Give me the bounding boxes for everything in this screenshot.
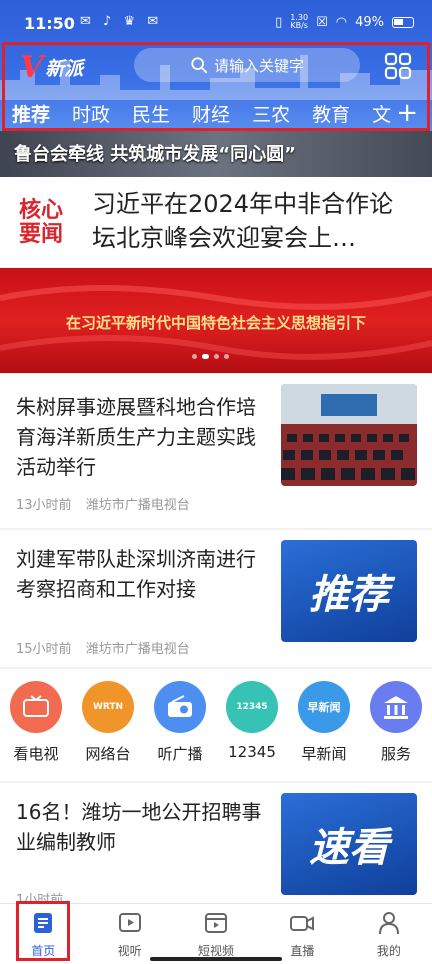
morning-news-icon: 早新闻 (298, 681, 350, 733)
network-speed: 1.30 KB/s (290, 14, 308, 30)
live-camera-icon (290, 916, 315, 931)
shortcut-morning-news[interactable]: 早新闻 早新闻 (291, 681, 357, 781)
hotline-icon: 12345 (226, 681, 278, 733)
status-time: 11:50 (24, 14, 75, 33)
core-news-badge: 核心 要闻 (12, 199, 70, 247)
radio-glyph (168, 695, 192, 717)
highlight-box-home (16, 901, 70, 961)
nav-audio-video[interactable]: 视听 (86, 904, 172, 964)
gesture-home-bar[interactable] (150, 957, 282, 961)
play-icon (118, 913, 141, 932)
icon-text: 12345 (236, 702, 268, 712)
news-time: 13小时前 (16, 498, 72, 513)
nav-short-video[interactable]: 短视频 (173, 904, 259, 964)
news-thumbnail: 速看 (281, 793, 417, 895)
notification-icons: ✉ ♪ ♛ ✉ (80, 14, 163, 29)
news-item[interactable]: 朱树屏事迹展暨科地合作培育海洋新质生产力主题实践活动举行 13小时前 潍坊市广播… (0, 374, 432, 528)
shortcut-label: 12345 (228, 743, 276, 761)
news-title: 16名！潍坊一地公开招聘事业编制教师 (16, 800, 262, 854)
shortcut-row: 看电视 WRTN 网络台 听广播 12345 12345 早新闻 早新闻 服务 (0, 669, 432, 781)
red-banner[interactable]: 在习近平新时代中国特色社会主义思想指引下 (0, 268, 432, 373)
user-icon (378, 912, 399, 935)
nav-label: 我的 (376, 944, 401, 958)
bank-glyph (384, 696, 408, 719)
thumbnail-label: 推荐 (309, 572, 389, 618)
thumbnail-label: 速看 (309, 825, 389, 871)
core-news-title: 习近平在2024年中非合作论坛北京峰会欢迎宴会上… (92, 190, 394, 252)
status-right: ▯ 1.30 KB/s ☒ ◠ 49% (275, 14, 414, 30)
speed-unit: KB/s (290, 21, 308, 30)
shortcut-label: 看电视 (13, 745, 59, 763)
icon-text: 早新闻 (307, 701, 341, 714)
news-title: 朱树屏事迹展暨科地合作培育海洋新质生产力主题实践活动举行 (16, 395, 256, 479)
core-news-card[interactable]: 核心 要闻 习近平在2024年中非合作论坛北京峰会欢迎宴会上… (0, 177, 432, 267)
news-title: 刘建军带队赴深圳济南进行考察招商和工作对接 (16, 547, 256, 601)
wifi-icon: ◠ (335, 14, 348, 30)
shortcut-services[interactable]: 服务 (363, 681, 429, 781)
red-banner-text: 在习近平新时代中国特色社会主义思想指引下 (65, 314, 366, 332)
carousel-headline[interactable]: 鲁台会牵线 共筑城市发展“同心圆” (14, 140, 296, 166)
carousel-dot (214, 354, 219, 359)
shortcut-watch-tv[interactable]: 看电视 (3, 681, 69, 781)
short-video-icon (205, 913, 228, 933)
status-bar: 11:50 ✉ ♪ ♛ ✉ ▯ 1.30 KB/s ☒ ◠ 49% (0, 0, 432, 40)
carousel-dot-active (202, 354, 209, 359)
badge-line-2: 要闻 (18, 222, 63, 247)
carousel-dot (224, 354, 229, 359)
news-thumbnail (281, 384, 417, 486)
shortcut-label: 服务 (380, 745, 411, 763)
battery-icon (392, 16, 414, 28)
vibrate-icon: ▯ (275, 14, 283, 30)
bank-icon (370, 681, 422, 733)
shortcut-listen-radio[interactable]: 听广播 (147, 681, 213, 781)
nav-live[interactable]: 直播 (259, 904, 345, 964)
highlight-box-header (2, 42, 430, 131)
shortcut-label: 早新闻 (301, 745, 347, 763)
shortcut-network-station[interactable]: WRTN 网络台 (75, 681, 141, 781)
sim-icon: ☒ (316, 14, 328, 30)
shortcut-label: 听广播 (157, 745, 203, 763)
shortcut-label: 网络台 (85, 745, 131, 763)
carousel-dot (192, 354, 197, 359)
battery-percent: 49% (355, 14, 384, 30)
news-thumbnail: 推荐 (281, 540, 417, 642)
radio-icon (154, 681, 206, 733)
news-meta: 15小时前 潍坊市广播电视台 (16, 638, 200, 657)
news-meta: 13小时前 潍坊市广播电视台 (16, 494, 200, 513)
news-source: 潍坊市广播电视台 (85, 498, 190, 513)
icon-text: WRTN (92, 702, 124, 712)
shortcut-hotline[interactable]: 12345 12345 (219, 681, 285, 781)
news-source: 潍坊市广播电视台 (85, 642, 190, 657)
news-time: 15小时前 (16, 642, 72, 657)
tv-icon (10, 681, 62, 733)
carousel-indicator (192, 354, 229, 359)
news-item[interactable]: 刘建军带队赴深圳济南进行考察招商和工作对接 15小时前 潍坊市广播电视台 推荐 (0, 530, 432, 667)
nav-profile[interactable]: 我的 (346, 904, 432, 964)
tv-glyph (23, 695, 49, 717)
badge-line-1: 核心 (18, 198, 63, 223)
radio-wrtn-icon: WRTN (82, 681, 134, 733)
news-item[interactable]: 16名！潍坊一地公开招聘事业编制教师 1小时前 速看 (0, 783, 432, 908)
